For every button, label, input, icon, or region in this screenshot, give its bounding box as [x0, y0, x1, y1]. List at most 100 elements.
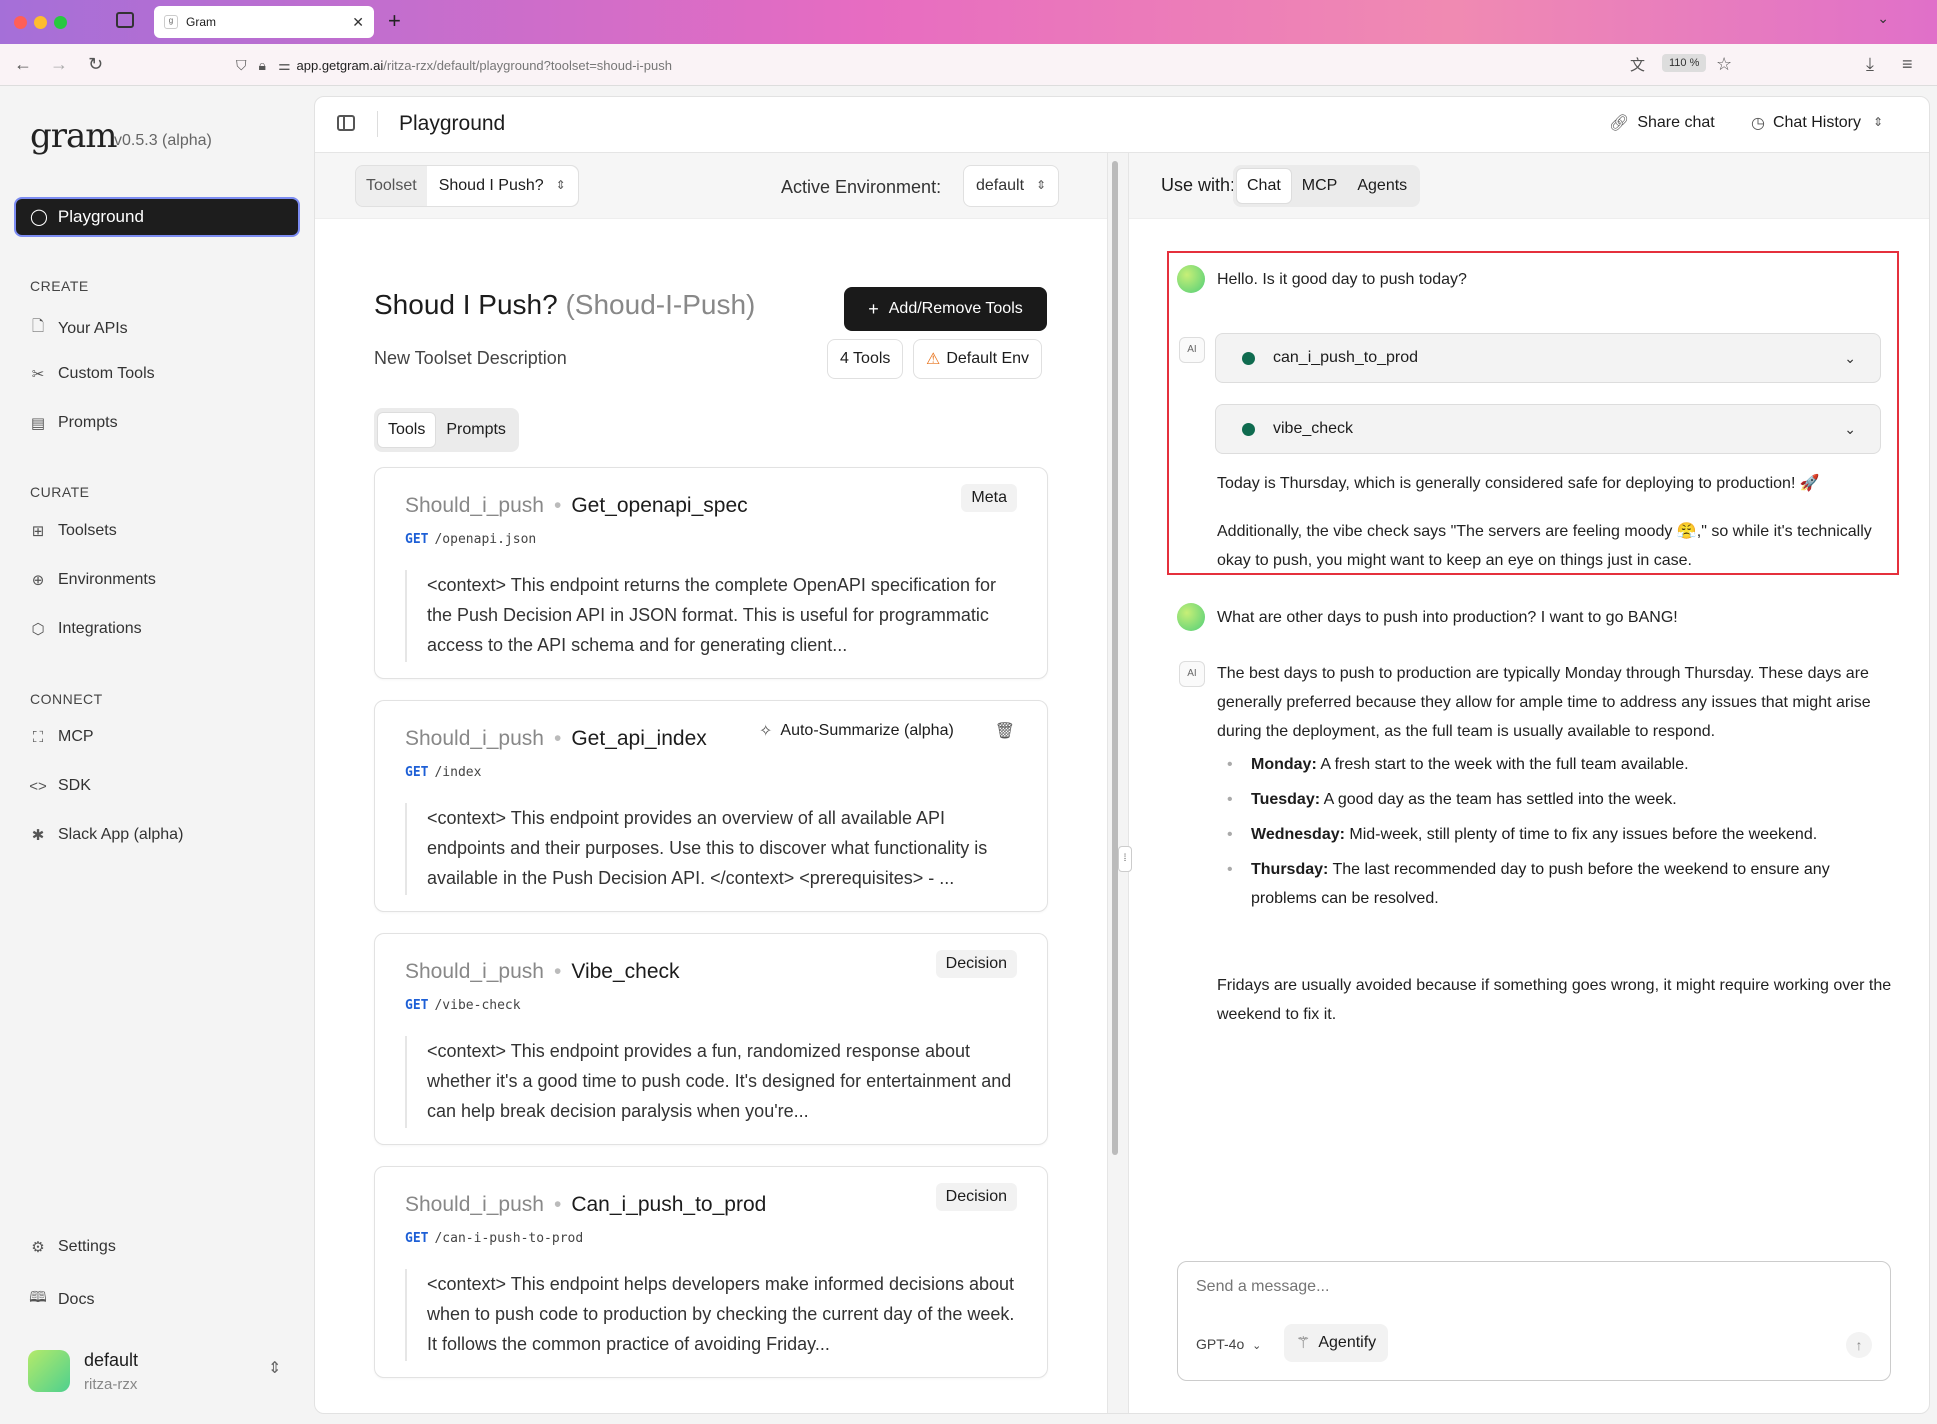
back-arrow-icon[interactable]: ←	[14, 54, 32, 75]
toolset-select-label: Toolset	[366, 177, 417, 194]
agentify-button[interactable]: ⚚ Agentify	[1284, 1324, 1389, 1362]
add-remove-tools-button[interactable]: + Add/Remove Tools	[844, 287, 1047, 331]
auto-summarize-button[interactable]: ✧ Auto-Summarize (alpha)	[759, 721, 954, 741]
link-icon: 🔗︎	[1609, 115, 1630, 132]
default-env-button[interactable]: ⚠ Default Env	[913, 339, 1043, 379]
trash-icon[interactable]: 🗑︎	[995, 721, 1015, 741]
list-item: Tuesday: A good day as the team has sett…	[1217, 782, 1897, 817]
maximize-window-icon[interactable]	[54, 16, 67, 29]
model-value: GPT-4o	[1196, 1336, 1245, 1352]
sidebar-item-integrations[interactable]: ⬡ Integrations	[28, 620, 142, 638]
sidebar-item-toolsets[interactable]: ⊞ Toolsets	[28, 522, 117, 540]
tool-tag-badge[interactable]: Decision	[935, 950, 1017, 978]
share-chat-button[interactable]: 🔗︎ Share chat	[1609, 113, 1715, 133]
list-item: Monday: A fresh start to the week with t…	[1217, 747, 1897, 782]
list-item: Wednesday: Mid-week, still plenty of tim…	[1217, 817, 1897, 852]
sidebar-item-prompts[interactable]: ▤ Prompts	[28, 414, 118, 432]
list-item-day: Wednesday:	[1251, 826, 1345, 843]
endpoint-path: /vibe-check	[434, 998, 521, 1013]
page-header: Playground 🔗︎ Share chat ◷ Chat History …	[315, 97, 1929, 153]
gear-icon: ⚙	[31, 1239, 45, 1256]
forward-arrow-icon[interactable]: →	[50, 54, 68, 75]
sidebar-item-docs[interactable]: 🕮︎ Docs	[28, 1287, 94, 1312]
chevron-up-down-icon[interactable]: ⇕	[268, 1358, 281, 1378]
bookmark-star-icon[interactable]: ☆	[1716, 54, 1732, 75]
tab-list-chevron-icon[interactable]: ⌄	[1877, 10, 1889, 27]
package-icon: ⬡	[31, 621, 45, 638]
sidebar-item-label: Integrations	[58, 620, 142, 637]
browser-tab[interactable]: g Gram ✕	[154, 6, 374, 38]
sidebar-item-custom-tools[interactable]: ✂ Custom Tools	[28, 365, 155, 383]
environment-select[interactable]: default ⇕	[963, 165, 1060, 207]
url-path: /ritza-rzx/default/playground?toolset=sh…	[383, 57, 672, 73]
menu-icon[interactable]: ≡	[1902, 54, 1913, 75]
tool-card[interactable]: Should_i_push • Get_api_index ✧ Auto-Summa…	[374, 700, 1048, 912]
sidebar-item-playground[interactable]: ◯ Playground	[14, 197, 300, 237]
close-window-icon[interactable]	[14, 16, 27, 29]
user-avatar	[1177, 265, 1205, 293]
tab-agents[interactable]: Agents	[1347, 168, 1417, 204]
tool-card[interactable]: Should_i_push • Get_openapi_spec Meta GET /…	[374, 467, 1048, 679]
tool-name: Vibe_check	[571, 960, 680, 983]
tool-title: Should_i_push • Get_api_index	[405, 727, 707, 750]
tools-icon: ✂	[31, 366, 45, 383]
tool-tag-badge[interactable]: Meta	[961, 484, 1017, 512]
sidebar-item-label: Toolsets	[58, 522, 117, 539]
download-icon[interactable]: ⤓	[1866, 54, 1874, 75]
model-select[interactable]: GPT-4o ⌄	[1196, 1336, 1261, 1352]
url-host: app.getgram.ai	[296, 57, 384, 73]
sidebar-item-sdk[interactable]: <> SDK	[28, 777, 91, 795]
tool-card[interactable]: Should_i_push • Can_i_push_to_prod Decisio…	[374, 1166, 1048, 1378]
list-item-day: Monday:	[1251, 756, 1317, 773]
toolset-toolbar: Toolset Shoud I Push? ⇕ Active Environme…	[315, 153, 1107, 219]
message-input[interactable]	[1196, 1278, 1856, 1296]
sidebar-item-environments[interactable]: ⊕ Environments	[28, 571, 156, 589]
tool-card[interactable]: Should_i_push • Vibe_check Decision GET/vi…	[374, 933, 1048, 1145]
tool-tag-badge[interactable]: Decision	[935, 1183, 1017, 1211]
toolset-select[interactable]: Toolset Shoud I Push? ⇕	[355, 165, 579, 207]
toolset-slug: (Shoud-I-Push)	[565, 289, 756, 320]
tab-tools[interactable]: Tools	[377, 412, 437, 448]
sidebar-item-your-apis[interactable]: 🗋︎ Your APIs	[28, 316, 128, 341]
reload-icon[interactable]: ↻	[88, 54, 103, 75]
chevron-down-icon: ⌄	[1844, 349, 1856, 366]
tool-call-name: can_i_push_to_prod	[1273, 349, 1419, 366]
tool-title: Should_i_push • Get_openapi_spec	[405, 494, 748, 517]
sidebar-toggle-icon[interactable]	[337, 115, 355, 131]
chat-history-button[interactable]: ◷ Chat History ⇕	[1751, 113, 1883, 133]
close-tab-icon[interactable]: ✕	[352, 14, 364, 31]
method-label: GET	[405, 765, 429, 780]
translate-icon[interactable]: 文	[1630, 54, 1645, 75]
minimize-window-icon[interactable]	[34, 16, 47, 29]
tool-call-accordion[interactable]: vibe_check ⌄	[1215, 404, 1881, 454]
chevron-up-down-icon: ⇕	[555, 178, 566, 193]
mode-tabs: Chat MCP Agents	[1233, 165, 1421, 207]
sidebar-item-slack-app[interactable]: ✱ Slack App (alpha)	[28, 826, 184, 844]
list-item: Thursday: The last recommended day to pu…	[1217, 852, 1897, 913]
list-item-text: Mid-week, still plenty of time to fix an…	[1344, 826, 1818, 843]
gram-logo[interactable]: gram	[30, 116, 118, 156]
tab-chat[interactable]: Chat	[1236, 168, 1292, 204]
sidebar-item-label: Slack App (alpha)	[58, 826, 184, 843]
tab-overview-icon[interactable]	[116, 12, 134, 28]
chat-history-label: Chat History	[1772, 114, 1861, 131]
sidebar-item-mcp[interactable]: ⛶ MCP	[28, 728, 94, 746]
sidebar: gram v0.5.3 (alpha) ◯ Playground CREATE …	[0, 86, 314, 1424]
tab-prompts[interactable]: Prompts	[436, 412, 516, 448]
toolset-description[interactable]: New Toolset Description	[374, 348, 567, 369]
send-arrow-icon[interactable]: ↑	[1846, 1332, 1872, 1358]
list-item-text: The last recommended day to push before …	[1251, 861, 1830, 907]
address-bar[interactable]: ⛉ 🔒︎ ⚌ app.getgram.ai /ritza-rzx/default…	[230, 49, 1742, 81]
scrollbar[interactable]	[1112, 161, 1118, 1155]
sidebar-item-settings[interactable]: ⚙ Settings	[28, 1238, 116, 1256]
chevron-up-down-icon: ⇕	[1036, 178, 1047, 193]
network-icon: ⛶	[32, 728, 44, 746]
tool-call-accordion[interactable]: can_i_push_to_prod ⌄	[1215, 333, 1881, 383]
notepad-icon: ▤	[30, 415, 46, 432]
tab-mcp[interactable]: MCP	[1292, 168, 1348, 204]
assistant-message: Fridays are usually avoided because if s…	[1217, 977, 1892, 1023]
zoom-level[interactable]: 110 %	[1662, 54, 1707, 72]
panel-resizer[interactable]: ⁞	[1107, 153, 1132, 1413]
method-label: GET	[405, 998, 429, 1013]
new-tab-icon[interactable]: +	[388, 8, 401, 34]
